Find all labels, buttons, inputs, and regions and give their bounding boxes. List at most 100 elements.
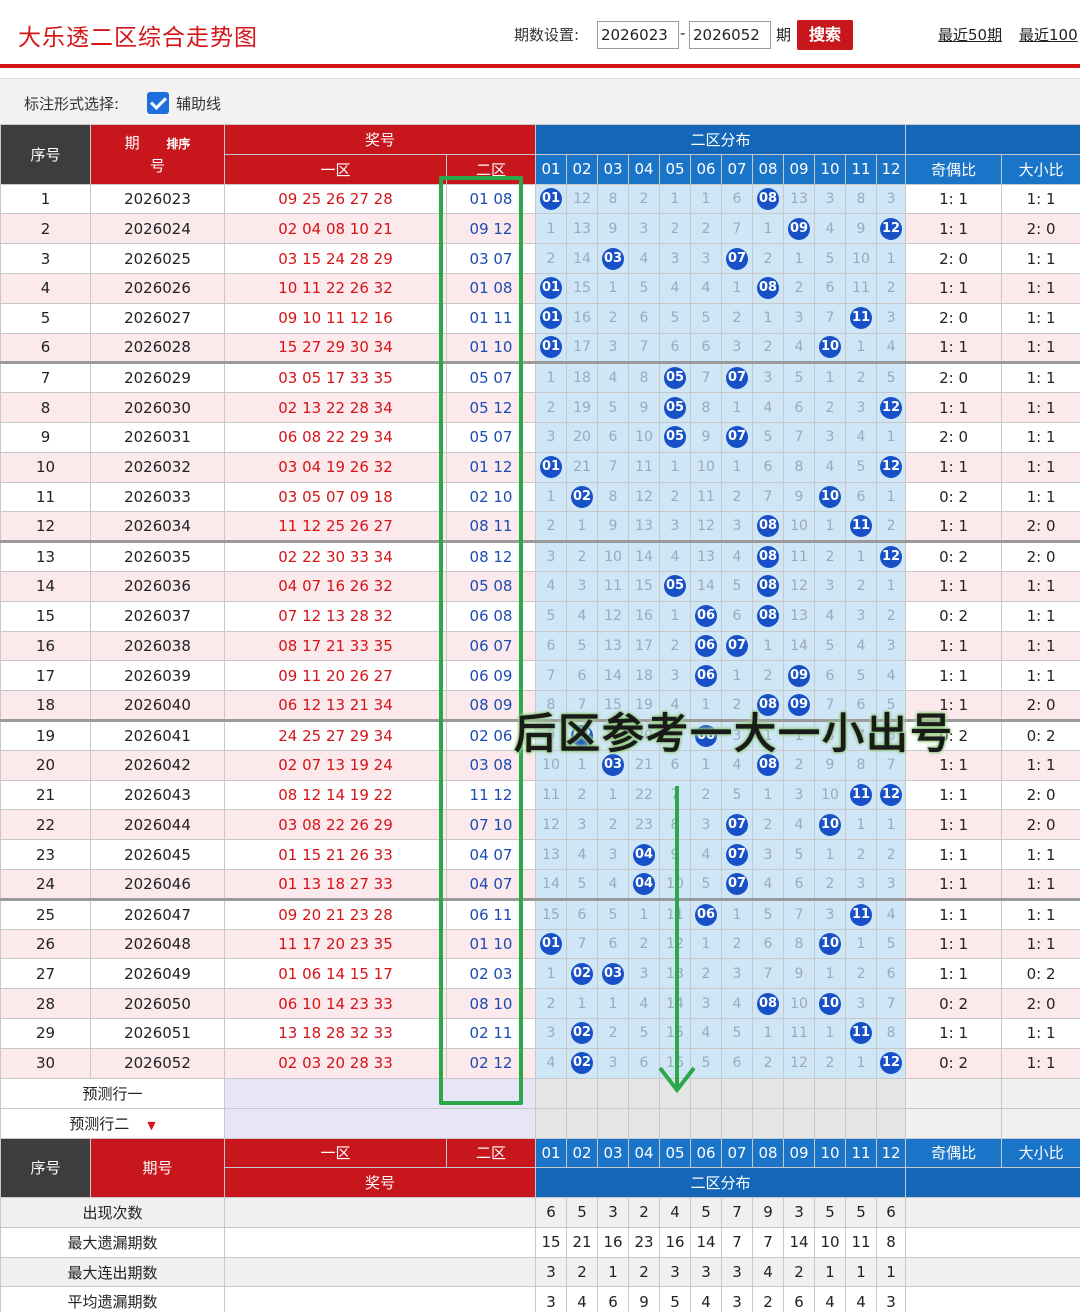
- predict-label[interactable]: 预测行一: [0, 1077, 225, 1109]
- predict-dist-cell[interactable]: [535, 1077, 568, 1109]
- dist-cell: 1: [752, 1017, 785, 1049]
- predict-dist-cell[interactable]: [690, 1077, 723, 1109]
- row-zone2: 06 11: [445, 897, 537, 930]
- sort-toggle[interactable]: 排序: [166, 137, 190, 151]
- dist-cell: 12: [783, 1047, 816, 1079]
- dist-cell: 07: [721, 809, 754, 841]
- dist-cell: 05: [659, 392, 692, 423]
- dist-cell: 3: [535, 1017, 568, 1049]
- table-row: 2 2026024 02 04 08 10 21 09 12 1 13 9 3 2 2 7 1 09 4 9…: [0, 213, 1080, 245]
- stat-value: 3: [597, 1197, 630, 1228]
- guide-line-label[interactable]: 辅助线: [176, 93, 221, 114]
- dist-cell: 3: [845, 988, 878, 1019]
- table-row: 16 2026038 08 17 21 33 35 06 07 6 5 13 17 2 06 07 1…: [0, 630, 1080, 662]
- dist-cell: 2: [597, 809, 630, 841]
- dist-cell: 1: [597, 988, 630, 1019]
- row-seq: 22: [0, 809, 91, 841]
- dist-cell: 4: [814, 451, 847, 483]
- period-header[interactable]: 期 排序 号: [90, 124, 225, 185]
- row-zone1: 03 15 24 28 29: [224, 243, 447, 274]
- stat-value: 9: [752, 1197, 785, 1228]
- predict-dist-cell[interactable]: [814, 1077, 847, 1109]
- guide-line-checkbox[interactable]: [147, 92, 169, 114]
- predict-dist-cell[interactable]: [690, 1107, 723, 1139]
- predict-prize-cell[interactable]: [223, 1107, 537, 1139]
- dist-cell: 1: [845, 809, 878, 841]
- predict-dist-cell[interactable]: [659, 1077, 692, 1109]
- period-start-input[interactable]: 2026023: [597, 21, 679, 49]
- dist-cell: 7: [876, 988, 907, 1019]
- hit-ball: 07: [726, 872, 749, 895]
- predict-dist-cell[interactable]: [783, 1077, 816, 1109]
- predict-dist-cell[interactable]: [659, 1107, 692, 1139]
- predict-dist-cell[interactable]: [597, 1107, 630, 1139]
- dist-cell: 6: [721, 183, 754, 215]
- stat-value: 21: [566, 1226, 599, 1258]
- row-odd-even: 1: 1: [905, 630, 1003, 662]
- row-zone1: 09 25 26 27 28: [224, 183, 447, 215]
- table-row: 14 2026036 04 07 16 26 32 05 08 4 3 11 15 05 14 5 0…: [0, 570, 1080, 602]
- row-zone1: 06 12 13 21 34: [224, 690, 447, 721]
- dist-cell: 02: [566, 718, 599, 751]
- stat-value: 2: [628, 1256, 661, 1288]
- dist-cell: 1: [814, 958, 847, 990]
- predict-dist-cell[interactable]: [845, 1107, 878, 1139]
- predict-dist-cell[interactable]: [535, 1107, 568, 1139]
- row-odd-even: 2: 0: [905, 302, 1003, 334]
- dist-cell: 4: [814, 600, 847, 632]
- row-big-small: 2: 0: [1001, 690, 1080, 721]
- odd-even-header[interactable]: 奇偶比: [905, 153, 1003, 185]
- period-end-input[interactable]: 2026052: [689, 21, 771, 49]
- dist-cell: 6: [659, 332, 692, 364]
- row-zone1: 01 06 14 15 17: [224, 958, 447, 990]
- dist-cell: 12: [597, 600, 630, 632]
- expand-arrow-icon[interactable]: ▼: [147, 1119, 155, 1132]
- predict-dist-cell[interactable]: [752, 1077, 785, 1109]
- predict-label[interactable]: 预测行二 ▼: [0, 1107, 225, 1139]
- predict-dist-cell[interactable]: [566, 1077, 599, 1109]
- predict-dist-cell[interactable]: [628, 1107, 661, 1139]
- predict-dist-cell[interactable]: [752, 1107, 785, 1139]
- stat-value: 6: [597, 1286, 630, 1312]
- predict-prize-cell[interactable]: [223, 1077, 537, 1109]
- row-big-small: 1: 1: [1001, 630, 1080, 662]
- row-zone2: 08 12: [445, 540, 537, 572]
- predict-dist-cell[interactable]: [845, 1077, 878, 1109]
- dist-cell: 5: [566, 868, 599, 900]
- predict-dist-cell[interactable]: [597, 1077, 630, 1109]
- predict-dist-cell[interactable]: [783, 1107, 816, 1139]
- predict-dist-cell[interactable]: [721, 1077, 754, 1109]
- stat-value: 23: [628, 1226, 661, 1258]
- predict-dist-cell[interactable]: [721, 1107, 754, 1139]
- row-big-small: 1: 1: [1001, 243, 1080, 274]
- dist-cell: 3: [721, 718, 754, 751]
- stat-label: 平均遗漏期数: [0, 1286, 225, 1312]
- dist-cell: 08: [752, 600, 785, 632]
- hit-ball: 06: [695, 664, 718, 687]
- predict-dist-cell[interactable]: [566, 1107, 599, 1139]
- row-zone1: 02 13 22 28 34: [224, 392, 447, 423]
- dist-cell: 5: [597, 897, 630, 930]
- zone2-header: 二区: [445, 153, 537, 185]
- dist-cell: 10: [690, 451, 723, 483]
- dist-cell: 6: [628, 1047, 661, 1079]
- dist-cell: 4: [659, 540, 692, 572]
- dist-cell: 08: [752, 511, 785, 543]
- predict-dist-cell[interactable]: [628, 1077, 661, 1109]
- predict-dist-cell[interactable]: [876, 1077, 907, 1109]
- dist-cell: 8: [659, 809, 692, 841]
- recent-100-link[interactable]: 最近100: [1019, 24, 1078, 45]
- row-zone1: 02 22 30 33 34: [224, 540, 447, 572]
- row-zone2: 05 08: [445, 570, 537, 602]
- big-small-header[interactable]: 大小比: [1001, 153, 1080, 185]
- predict-dist-cell[interactable]: [814, 1107, 847, 1139]
- predict-ratio-cell: [1001, 1107, 1080, 1139]
- row-zone1: 02 04 08 10 21: [224, 213, 447, 245]
- footer-num-header-10: 10: [814, 1137, 847, 1169]
- predict-dist-cell[interactable]: [876, 1107, 907, 1139]
- search-button[interactable]: 搜索: [797, 20, 853, 50]
- zone1-header: 一区: [224, 153, 447, 185]
- dist-cell: 10: [814, 332, 847, 364]
- recent-50-link[interactable]: 最近50期: [938, 24, 1002, 45]
- dist-cell: 4: [721, 749, 754, 781]
